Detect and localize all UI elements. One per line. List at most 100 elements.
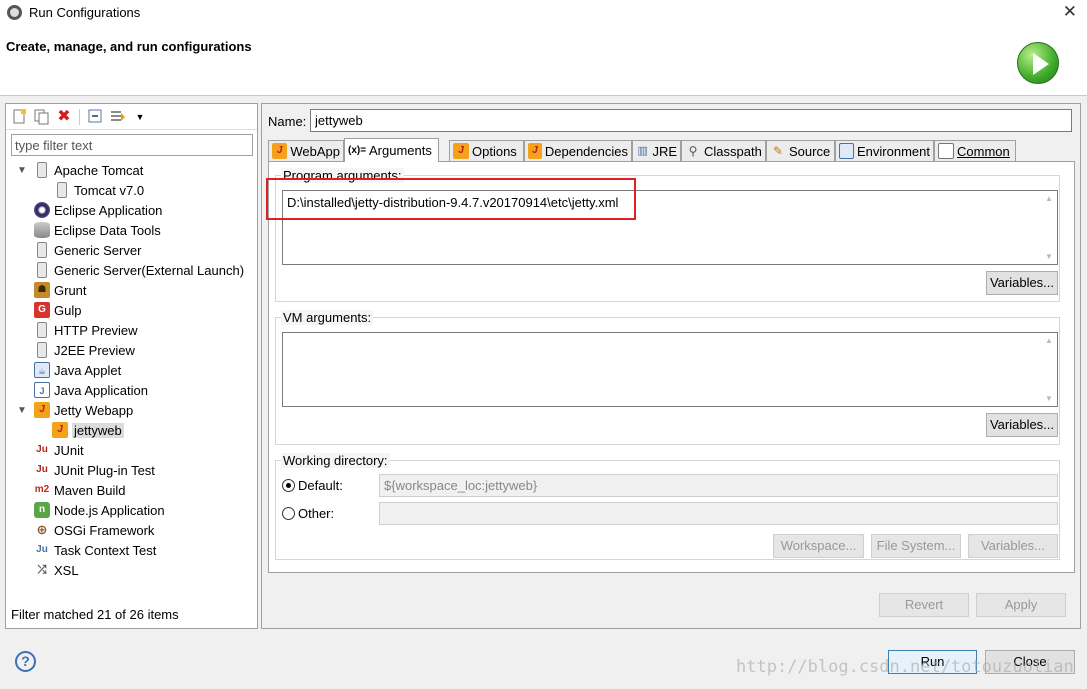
- tab-label: WebApp: [290, 143, 340, 159]
- scroll-down-icon[interactable]: ▼: [1045, 252, 1053, 261]
- tree-item-label: Eclipse Application: [54, 202, 163, 218]
- tree-item-label: JUnit Plug-in Test: [54, 462, 155, 478]
- tree-item-gulp[interactable]: G Gulp: [34, 300, 81, 320]
- tree-item-osgi-framework[interactable]: ⊕ OSGi Framework: [34, 520, 155, 540]
- tree-item-label: Generic Server: [54, 242, 142, 258]
- scroll-up-icon[interactable]: ▲: [1045, 336, 1053, 345]
- tab-arguments[interactable]: (x)= Arguments: [344, 138, 439, 162]
- duplicate-icon[interactable]: [33, 109, 49, 125]
- tree-item-label: Java Application: [54, 382, 148, 398]
- tree-item-xsl[interactable]: ⤮ XSL: [34, 560, 79, 580]
- run-big-icon: [1017, 42, 1059, 84]
- tree-item-eclipse-application[interactable]: Eclipse Application: [34, 200, 162, 220]
- tree-item-http-preview[interactable]: HTTP Preview: [34, 320, 138, 340]
- tab-label: Classpath: [704, 143, 762, 159]
- tree-item-label: Gulp: [54, 302, 82, 318]
- tab-webapp[interactable]: J WebApp: [268, 140, 344, 161]
- tab-jre[interactable]: ▥ JRE: [632, 140, 681, 161]
- tree-item-jettyweb[interactable]: J jettyweb: [52, 420, 124, 440]
- tab-options[interactable]: J Options: [449, 140, 524, 161]
- working-directory-group: Working directory: Default: ${workspace_…: [275, 453, 1060, 560]
- vm-variables-button[interactable]: Variables...: [986, 413, 1058, 437]
- tree-item-label: Maven Build: [54, 482, 126, 498]
- help-icon[interactable]: ?: [15, 651, 36, 672]
- chevron-down-icon[interactable]: ▼: [16, 405, 28, 416]
- tab-source[interactable]: ✎ Source: [766, 140, 835, 161]
- program-variables-button[interactable]: Variables...: [986, 271, 1058, 295]
- vm-arguments-textarea[interactable]: ▲ ▼: [282, 332, 1058, 407]
- scrollbar[interactable]: ▲ ▼: [1041, 333, 1057, 406]
- filter-status: Filter matched 21 of 26 items: [11, 607, 179, 622]
- window-title: Run Configurations: [29, 5, 141, 20]
- tab-common[interactable]: Common: [934, 140, 1016, 161]
- tree-item-j2ee-preview[interactable]: J2EE Preview: [34, 340, 135, 360]
- filter-input[interactable]: [11, 134, 253, 156]
- apply-button[interactable]: Apply: [976, 593, 1066, 617]
- view-menu-icon[interactable]: ▼: [132, 109, 148, 125]
- tab-environment[interactable]: Environment: [835, 140, 934, 161]
- tree-toolbar: ✖ ▼: [6, 104, 257, 130]
- server-icon: [37, 162, 47, 178]
- gulp-icon: G: [34, 302, 50, 318]
- junit-icon: Ju: [36, 444, 48, 455]
- tree-item-label: Java Applet: [54, 362, 122, 378]
- other-radio[interactable]: Other:: [282, 506, 334, 521]
- tree-item-eclipse-data-tools[interactable]: Eclipse Data Tools: [34, 220, 161, 240]
- default-radio[interactable]: Default:: [282, 478, 343, 493]
- common-icon: [938, 143, 954, 159]
- collapse-all-icon[interactable]: [87, 109, 103, 125]
- filter-icon[interactable]: [110, 109, 126, 125]
- scroll-down-icon[interactable]: ▼: [1045, 394, 1053, 403]
- working-directory-variables-button[interactable]: Variables...: [968, 534, 1058, 558]
- workspace-button[interactable]: Workspace...: [773, 534, 864, 558]
- tree-item-grunt[interactable]: ☗ Grunt: [34, 280, 87, 300]
- tree-item-java-application[interactable]: J Java Application: [34, 380, 148, 400]
- watermark: http://blog.csdn.net/totouzuolian: [736, 657, 1074, 677]
- eclipse-window-icon: [7, 5, 22, 20]
- toolbar-separator: [79, 109, 80, 125]
- radio-unselected-icon: [282, 507, 295, 520]
- tree-item-label: Generic Server(External Launch): [54, 262, 245, 278]
- revert-button[interactable]: Revert: [879, 593, 969, 617]
- tree-item-apache-tomcat[interactable]: ▼ Apache Tomcat: [16, 160, 143, 180]
- file-system-button[interactable]: File System...: [871, 534, 961, 558]
- tab-label: JRE: [652, 143, 677, 159]
- tree-item-jetty-webapp[interactable]: ▼ J Jetty Webapp: [16, 400, 133, 420]
- delete-icon[interactable]: ✖: [56, 109, 72, 125]
- chevron-down-icon[interactable]: ▼: [16, 165, 28, 176]
- working-directory-label: Working directory:: [281, 453, 390, 468]
- scroll-up-icon[interactable]: ▲: [1045, 194, 1053, 203]
- other-radio-label: Other:: [298, 506, 335, 521]
- tree-item-label: J2EE Preview: [54, 342, 135, 358]
- applet-icon: ☕: [34, 362, 50, 378]
- tree-item-task-context-test[interactable]: Ju Task Context Test: [34, 540, 156, 560]
- scrollbar[interactable]: ▲ ▼: [1041, 191, 1057, 264]
- title-bar: Run Configurations ✕: [0, 0, 1087, 26]
- tree-item-generic-server-external[interactable]: Generic Server(External Launch): [34, 260, 244, 280]
- maven-icon: m2: [34, 484, 50, 495]
- tree-item-maven-build[interactable]: m2 Maven Build: [34, 480, 126, 500]
- tree-item-nodejs-application[interactable]: n Node.js Application: [34, 500, 165, 520]
- environment-icon: [839, 143, 855, 159]
- new-configuration-icon[interactable]: [12, 109, 28, 125]
- eclipse-icon: [34, 202, 50, 218]
- tree-item-junit-plugin-test[interactable]: Ju JUnit Plug-in Test: [34, 460, 155, 480]
- tab-label: Dependencies: [544, 143, 628, 159]
- jetty-icon: J: [34, 402, 50, 418]
- tree-item-generic-server[interactable]: Generic Server: [34, 240, 141, 260]
- tree-item-label: Node.js Application: [54, 502, 165, 518]
- tree-item-junit[interactable]: Ju JUnit: [34, 440, 83, 460]
- tree-item-tomcat-v7[interactable]: Tomcat v7.0: [54, 180, 144, 200]
- tab-classpath[interactable]: ⚲ Classpath: [681, 140, 766, 161]
- server-icon: [37, 262, 47, 278]
- close-window-icon[interactable]: ✕: [1063, 2, 1077, 22]
- other-directory-field[interactable]: [379, 502, 1058, 525]
- name-input[interactable]: [310, 109, 1072, 132]
- header-banner: Create, manage, and run configurations: [0, 26, 1087, 96]
- default-directory-field: ${workspace_loc:jettyweb}: [379, 474, 1058, 497]
- tree-item-java-applet[interactable]: ☕ Java Applet: [34, 360, 121, 380]
- tree-item-label: XSL: [54, 562, 79, 578]
- tab-label: Environment: [857, 143, 930, 159]
- tab-dependencies[interactable]: J Dependencies: [524, 140, 632, 161]
- tree-item-label: OSGi Framework: [54, 522, 155, 538]
